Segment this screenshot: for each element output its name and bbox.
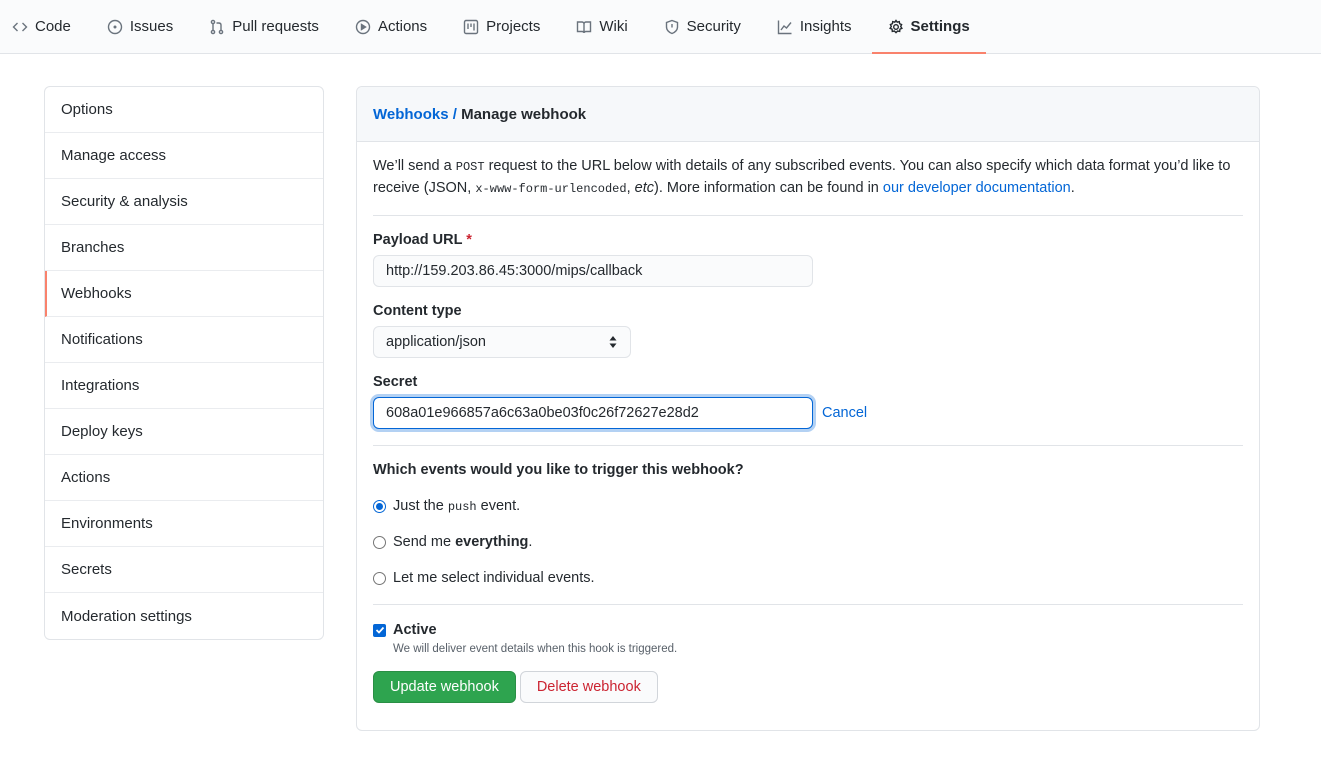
webhook-panel: Webhooks / Manage webhook We’ll send a P… xyxy=(356,86,1260,731)
tab-actions[interactable]: Actions xyxy=(355,0,443,53)
secret-label: Secret xyxy=(373,374,418,390)
radio-label-text: Send me xyxy=(393,534,456,550)
tab-label: Wiki xyxy=(599,18,628,35)
sidebar-item-security-analysis[interactable]: Security & analysis xyxy=(45,179,323,225)
graph-icon xyxy=(777,20,792,34)
radio-label-bold: everything xyxy=(455,534,529,550)
tab-projects[interactable]: Projects xyxy=(463,0,556,53)
book-icon xyxy=(577,20,592,33)
settings-sidebar: Options Manage access Security & analysi… xyxy=(44,86,324,640)
sidebar-item-integrations[interactable]: Integrations xyxy=(45,363,323,409)
active-checkbox[interactable] xyxy=(373,623,386,637)
tab-label: Pull requests xyxy=(232,18,319,35)
pull-request-icon xyxy=(210,19,224,34)
payload-url-label-text: Payload URL xyxy=(373,232,463,248)
etc-text: etc xyxy=(634,180,654,196)
radio-label: Just the push event. xyxy=(393,498,520,514)
radio-push-event[interactable]: Just the push event. xyxy=(373,488,1243,524)
sidebar-item-deploy-keys[interactable]: Deploy keys xyxy=(45,409,323,455)
payload-url-input[interactable]: http://159.203.86.45:3000/mips/callback xyxy=(373,255,813,287)
secret-input[interactable]: 608a01e966857a6c63a0be03f0c26f72627e28d2 xyxy=(373,397,813,429)
developer-docs-link[interactable]: our developer documentation xyxy=(883,180,1071,196)
radio-individual-events[interactable]: Let me select individual events. xyxy=(373,560,1243,596)
intro-text: We’ll send a POST request to the URL bel… xyxy=(373,156,1243,216)
play-icon xyxy=(355,19,371,34)
sidebar-item-moderation-settings[interactable]: Moderation settings xyxy=(45,593,323,639)
repo-nav: Code Issues Pull requests Actions Projec… xyxy=(0,0,1321,54)
active-note: We will deliver event details when this … xyxy=(393,643,678,655)
sidebar-item-webhooks[interactable]: Webhooks xyxy=(45,271,323,317)
sidebar-item-branches[interactable]: Branches xyxy=(45,225,323,271)
secret-row: 608a01e966857a6c63a0be03f0c26f72627e28d2… xyxy=(373,397,1243,446)
sidebar-item-options[interactable]: Options xyxy=(45,87,323,133)
checkmark-icon xyxy=(375,626,384,634)
content-type-select[interactable]: application/json xyxy=(373,326,631,358)
shield-icon xyxy=(665,19,678,34)
radio-everything[interactable]: Send me everything. xyxy=(373,524,1243,560)
events-question: Which events would you like to trigger t… xyxy=(373,462,744,478)
tab-label: Actions xyxy=(377,18,428,35)
update-webhook-button[interactable]: Update webhook xyxy=(373,671,516,703)
events-section: Which events would you like to trigger t… xyxy=(373,462,1243,605)
content-type-label: Content type xyxy=(373,303,462,319)
radio-button[interactable] xyxy=(373,571,386,585)
cancel-link[interactable]: Cancel xyxy=(822,405,867,421)
active-checkbox-row[interactable]: Active xyxy=(373,622,1243,638)
active-label: Active xyxy=(393,622,437,638)
intro-text-part: , xyxy=(626,180,635,196)
content-type-value: application/json xyxy=(386,334,486,350)
radio-label-text: event. xyxy=(476,498,521,514)
sidebar-item-manage-access[interactable]: Manage access xyxy=(45,133,323,179)
intro-text-part: We’ll send a xyxy=(373,158,456,174)
issue-icon xyxy=(107,19,123,34)
breadcrumb-webhooks-link[interactable]: Webhooks xyxy=(373,106,449,123)
intro-text-part: . xyxy=(1070,180,1075,196)
sidebar-item-actions[interactable]: Actions xyxy=(45,455,323,501)
urlencoded-code: x-www-form-urlencoded xyxy=(475,182,627,196)
sidebar-item-notifications[interactable]: Notifications xyxy=(45,317,323,363)
tab-label: Code xyxy=(35,18,71,35)
required-mark: * xyxy=(466,232,472,248)
tab-label: Security xyxy=(686,18,741,35)
breadcrumb-separator: / xyxy=(448,105,462,123)
sidebar-item-environments[interactable]: Environments xyxy=(45,501,323,547)
tab-label: Issues xyxy=(129,18,174,35)
gear-icon xyxy=(888,18,903,34)
breadcrumb: Webhooks / Manage webhook xyxy=(357,87,1259,142)
intro-text-part: ). More information can be found in xyxy=(653,180,883,196)
push-code: push xyxy=(447,500,477,514)
radio-label: Let me select individual events. xyxy=(393,570,595,586)
post-code: POST xyxy=(455,160,485,174)
radio-label-text: . xyxy=(528,534,533,550)
breadcrumb-current: Manage webhook xyxy=(461,105,587,123)
radio-label: Send me everything. xyxy=(393,534,532,550)
payload-url-label: Payload URL * xyxy=(373,232,1243,248)
delete-webhook-button[interactable]: Delete webhook xyxy=(519,671,658,703)
tab-issues[interactable]: Issues xyxy=(107,0,189,53)
sidebar-item-secrets[interactable]: Secrets xyxy=(45,547,323,593)
radio-button[interactable] xyxy=(373,535,386,549)
code-icon xyxy=(12,22,28,31)
tab-code[interactable]: Code xyxy=(12,0,87,53)
tab-settings[interactable]: Settings xyxy=(871,0,986,54)
select-arrows-icon xyxy=(609,336,617,348)
project-icon xyxy=(463,19,479,34)
tab-pull-requests[interactable]: Pull requests xyxy=(209,0,335,53)
tab-label: Settings xyxy=(910,18,970,35)
tab-wiki[interactable]: Wiki xyxy=(576,0,643,53)
radio-button[interactable] xyxy=(373,499,386,513)
radio-label-text: Just the xyxy=(393,498,448,514)
tab-label: Insights xyxy=(799,18,852,35)
tab-insights[interactable]: Insights xyxy=(777,0,868,53)
form-actions: Update webhook Delete webhook xyxy=(373,671,1243,703)
tab-label: Projects xyxy=(486,18,541,35)
tab-security[interactable]: Security xyxy=(664,0,757,53)
